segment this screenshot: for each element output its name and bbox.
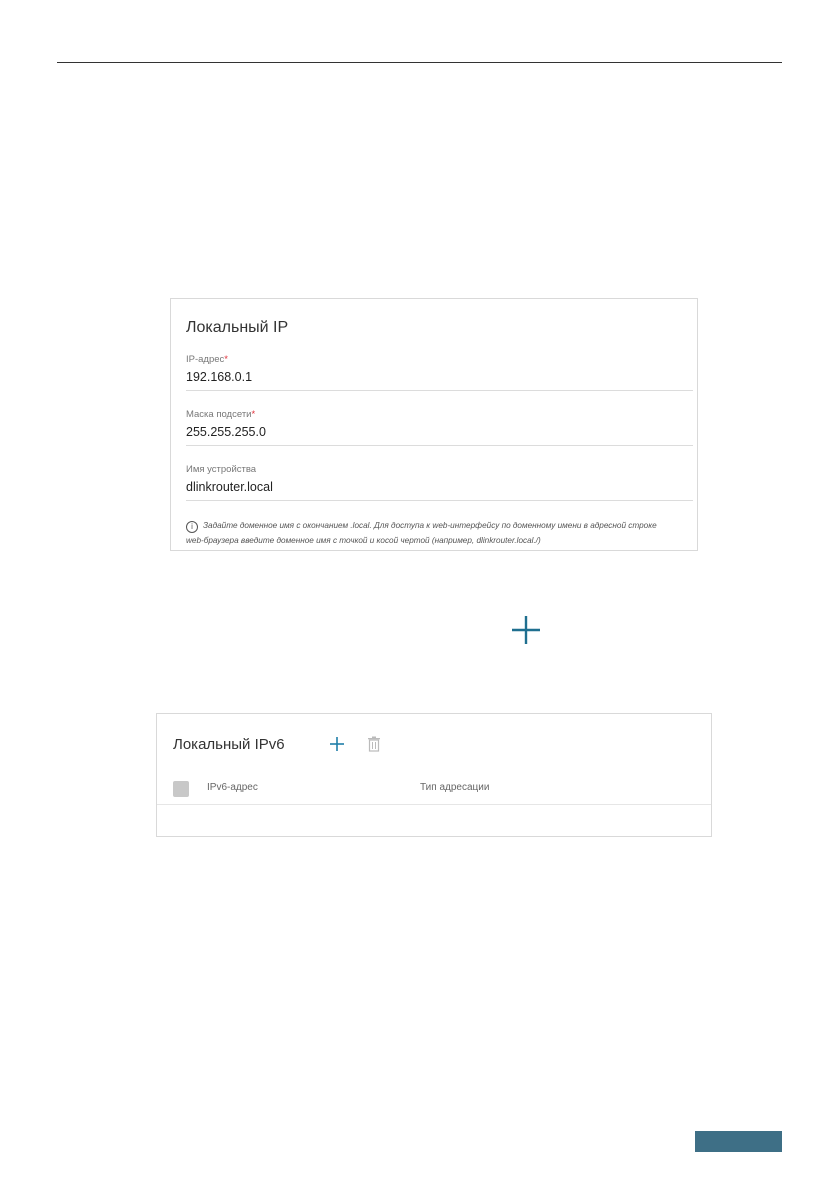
hint-line-1: i Задайте доменное имя с окончанием .loca… — [186, 518, 689, 533]
header-rule — [57, 62, 782, 63]
local-ip-title: Локальный IP — [186, 319, 289, 336]
required-mark: * — [251, 409, 256, 420]
select-all-checkbox[interactable] — [173, 781, 189, 797]
ip-address-field[interactable]: IP-адрес* 192.168.0.1 — [186, 354, 693, 391]
local-ip-card: Локальный IP IP-адрес* 192.168.0.1 Маска… — [170, 298, 698, 551]
ipv6-table-header: IPv6-адрес Тип адресации — [157, 774, 711, 805]
trash-icon[interactable] — [367, 736, 381, 752]
device-name-value[interactable]: dlinkrouter.local — [186, 480, 693, 494]
info-icon: i — [186, 521, 198, 533]
required-mark: * — [224, 354, 228, 365]
device-name-field[interactable]: Имя устройства dlinkrouter.local — [186, 464, 693, 501]
column-address-type: Тип адресации — [420, 782, 490, 793]
add-ipv6-button[interactable] — [329, 736, 345, 752]
subnet-mask-value[interactable]: 255.255.255.0 — [186, 425, 693, 439]
subnet-mask-label: Маска подсети* — [186, 409, 256, 420]
column-ipv6-address: IPv6-адрес — [207, 782, 258, 793]
page-number-box — [695, 1131, 782, 1152]
local-ipv6-title: Локальный IPv6 — [173, 736, 285, 753]
hint-line-2: web-браузера введите доменное имя с точк… — [186, 536, 541, 545]
domain-hint: i Задайте доменное имя с окончанием .loca… — [186, 518, 689, 548]
subnet-mask-field[interactable]: Маска подсети* 255.255.255.0 — [186, 409, 693, 446]
ip-address-value[interactable]: 192.168.0.1 — [186, 370, 693, 384]
ip-address-label: IP-адрес* — [186, 354, 228, 365]
local-ipv6-card: Локальный IPv6 IPv6-адрес Тип адресации — [156, 713, 712, 837]
plus-icon — [512, 616, 540, 644]
device-name-label: Имя устройства — [186, 464, 257, 475]
